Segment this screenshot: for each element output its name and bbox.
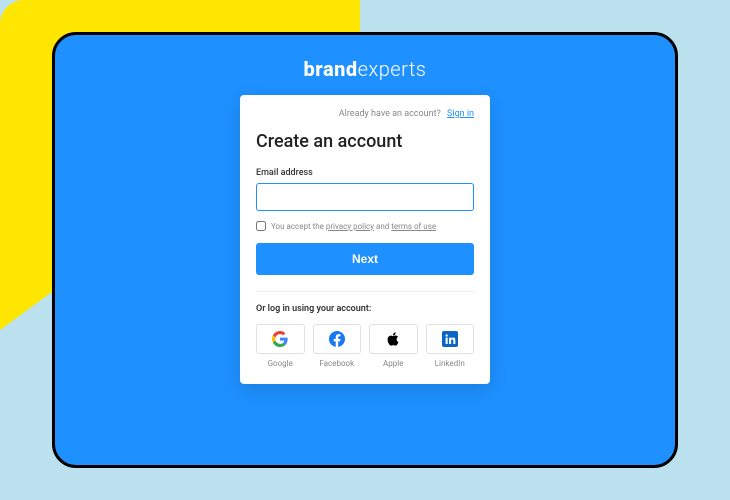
logo-thin: experts (358, 57, 427, 81)
social-login-label: Or log in using your account: (256, 304, 474, 314)
signup-card: Already have an account? Sign in Create … (240, 95, 490, 384)
linkedin-login-button[interactable] (426, 324, 475, 354)
email-input[interactable] (256, 183, 474, 211)
signin-link[interactable]: Sign in (447, 109, 474, 119)
social-item-linkedin: LinkedIn (426, 324, 475, 368)
google-login-button[interactable] (256, 324, 305, 354)
linkedin-icon (442, 331, 458, 347)
terms-text: You accept the privacy policy and terms … (271, 222, 436, 231)
facebook-login-button[interactable] (313, 324, 362, 354)
apple-icon (385, 331, 401, 347)
next-button[interactable]: Next (256, 243, 474, 275)
google-icon (272, 331, 288, 347)
linkedin-label: LinkedIn (435, 359, 465, 368)
apple-login-button[interactable] (369, 324, 418, 354)
divider (256, 291, 474, 292)
google-label: Google (268, 359, 293, 368)
terms-row: You accept the privacy policy and terms … (256, 221, 474, 231)
apple-label: Apple (383, 359, 403, 368)
facebook-icon (329, 331, 345, 347)
privacy-policy-link[interactable]: privacy policy (326, 222, 374, 231)
email-label: Email address (256, 168, 474, 178)
signin-prompt: Already have an account? (339, 109, 441, 119)
device-frame: brandexperts Already have an account? Si… (52, 32, 678, 468)
social-item-apple: Apple (369, 324, 418, 368)
terms-of-use-link[interactable]: terms of use (391, 222, 436, 231)
social-login-row: Google Facebook Apple (256, 324, 474, 368)
facebook-label: Facebook (319, 359, 354, 368)
signin-row: Already have an account? Sign in (256, 109, 474, 119)
logo-bold: brand (304, 57, 358, 81)
social-item-google: Google (256, 324, 305, 368)
page-title: Create an account (256, 131, 474, 152)
social-item-facebook: Facebook (313, 324, 362, 368)
logo: brandexperts (304, 57, 427, 81)
email-field-group: Email address (256, 168, 474, 211)
terms-checkbox[interactable] (256, 221, 266, 231)
